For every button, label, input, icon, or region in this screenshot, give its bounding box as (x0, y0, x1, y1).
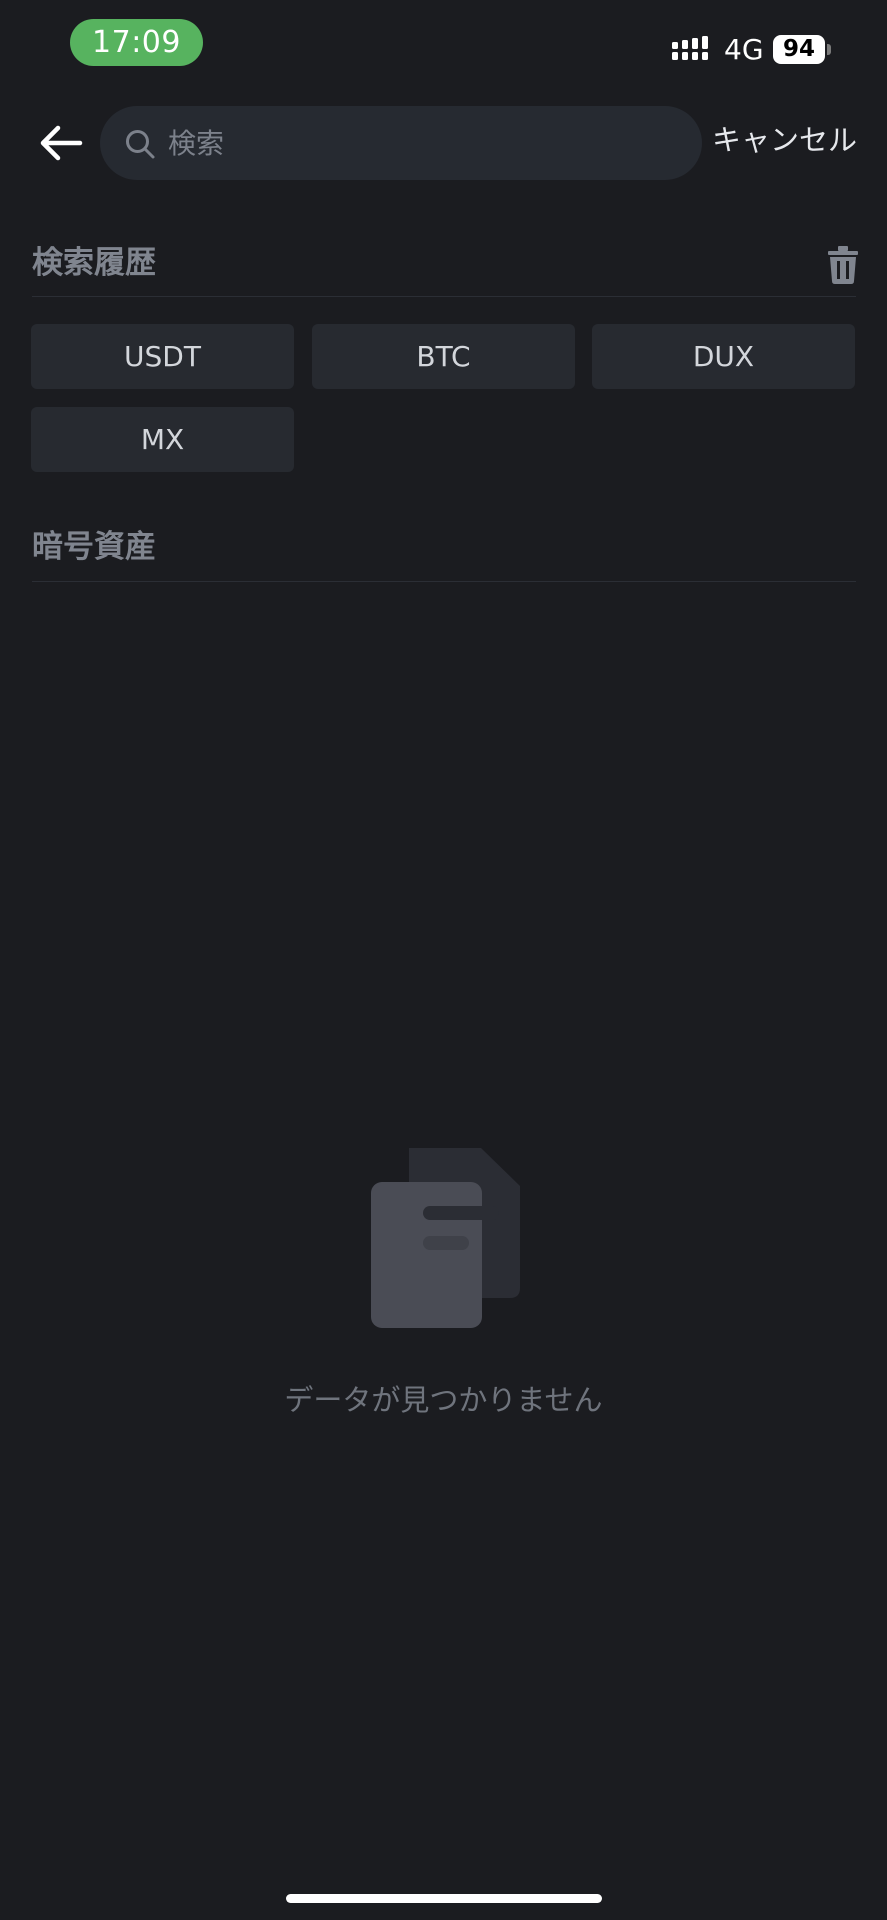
search-box[interactable] (100, 106, 702, 180)
home-indicator (286, 1894, 602, 1903)
signal-strength-icon (672, 36, 708, 60)
status-time: 17:09 (70, 19, 203, 66)
history-chip[interactable]: MX (31, 407, 294, 472)
battery-nub (827, 44, 831, 55)
history-chip[interactable]: DUX (592, 324, 855, 389)
search-icon (126, 130, 155, 159)
history-chip[interactable]: USDT (31, 324, 294, 389)
network-type: 4G (724, 33, 764, 66)
assets-divider (32, 581, 856, 582)
back-button[interactable] (36, 118, 86, 168)
trash-icon[interactable] (828, 246, 858, 284)
history-divider (32, 296, 856, 297)
empty-message: データが見つかりません (284, 1383, 603, 1417)
history-chip[interactable]: BTC (312, 324, 575, 389)
search-history-title: 検索履歴 (32, 245, 156, 281)
empty-documents-icon (371, 1148, 520, 1328)
cancel-button[interactable]: キャンセル (712, 118, 857, 162)
search-input[interactable] (168, 106, 678, 180)
arrow-left-icon (40, 125, 83, 161)
crypto-assets-title: 暗号資産 (32, 529, 156, 565)
battery-level: 94 (773, 35, 825, 64)
